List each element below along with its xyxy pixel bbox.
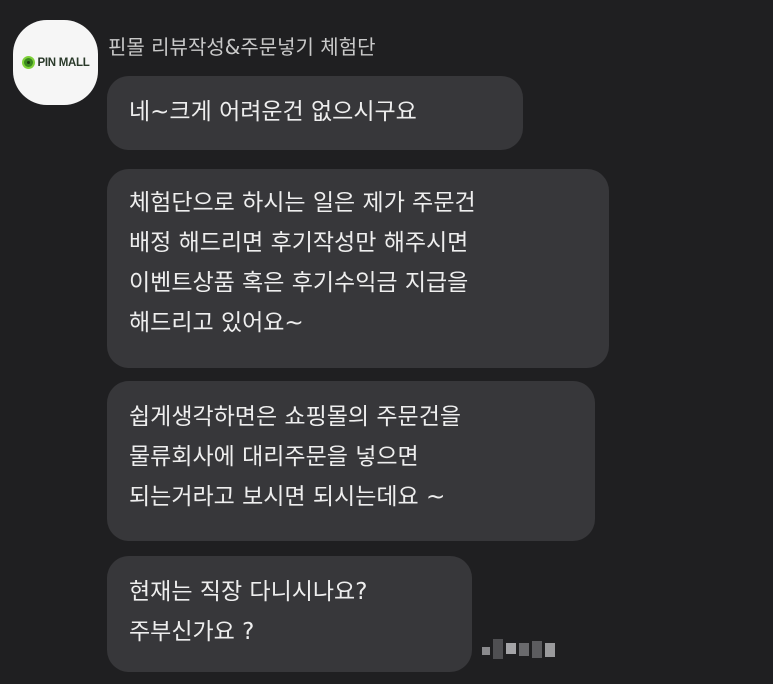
pinmall-logo: PIN MALL [21,56,90,69]
message-line: 되는거라고 보시면 되시는데요 ~ [129,484,446,510]
pixelated-timestamp [482,639,555,659]
message-line: 이벤트상품 혹은 후기수익금 지급을 [129,270,469,296]
logo-text: PIN MALL [37,56,90,69]
pixel-block [532,641,542,658]
pixel-block [493,639,503,659]
sender-name: 핀몰 리뷰작성&주문넣기 체험단 [108,35,376,59]
message-line: 네~크게 어려운건 없으시구요 [129,99,417,125]
pixel-block [506,643,516,654]
message-line: 배정 해드리면 후기작성만 해주시면 [129,230,469,256]
message-line: 물류회사에 대리주문을 넣으면 [129,444,419,470]
message-bubble[interactable]: 네~크게 어려운건 없으시구요 [107,76,523,150]
avatar[interactable]: PIN MALL [13,20,98,105]
pixel-block [519,643,529,656]
message-bubble[interactable]: 체험단으로 하시는 일은 제가 주문건 배정 해드리면 후기작성만 해주시면 이… [107,169,609,368]
pixel-block [482,647,490,655]
pinmall-logo-icon [21,56,35,69]
message-line: 체험단으로 하시는 일은 제가 주문건 [129,190,476,216]
message-line: 쉽게생각하면은 쇼핑몰의 주문건을 [129,404,462,430]
message-line: 해드리고 있어요~ [129,310,304,336]
message-line: 현재는 직장 다니시나요? [129,579,368,605]
message-bubble[interactable]: 쉽게생각하면은 쇼핑몰의 주문건을 물류회사에 대리주문을 넣으면 되는거라고 … [107,381,595,541]
message-line: 주부신가요 ? [129,619,255,645]
message-bubble[interactable]: 현재는 직장 다니시나요? 주부신가요 ? [107,556,472,672]
pixel-block [545,643,555,657]
